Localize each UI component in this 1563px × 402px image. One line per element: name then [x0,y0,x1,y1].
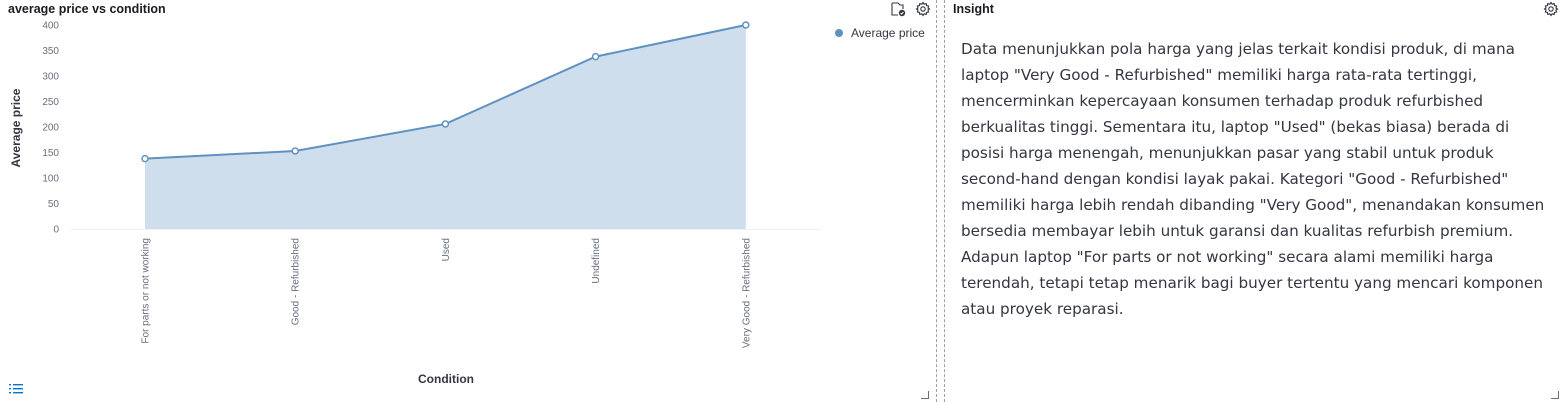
x-tick-label: For parts or not working [141,238,152,344]
x-tick-label: Very Good - Refurbished [741,238,752,348]
y-tick-label: 0 [53,225,59,236]
legend-label: Average price [851,26,925,40]
chart-panel: average price vs condition 0 50 100 150 200 2… [0,0,936,402]
insight-panel: Insight Data menunjukkan pola harga yang… [945,0,1563,402]
insight-title: Insight [953,2,994,16]
data-point[interactable] [742,21,750,29]
legend-swatch [835,29,843,37]
x-tick-label: Good - Refurbished [291,238,302,325]
y-tick-label: 250 [42,97,59,108]
legend[interactable]: Average price [835,26,925,40]
x-tick-label: Used [441,238,452,261]
x-axis-title: Condition [418,372,474,386]
y-tick-label: 350 [42,46,59,57]
x-tick-label: Undefined [591,238,602,284]
panel-divider[interactable] [936,0,937,402]
list-icon[interactable] [5,378,27,400]
y-axis-ticks: 0 50 100 150 200 250 300 350 400 [42,21,59,236]
data-point[interactable] [591,52,600,61]
data-point[interactable] [291,147,299,155]
y-tick-label: 400 [42,21,59,32]
y-tick-label: 200 [42,123,59,134]
data-point[interactable] [441,120,450,128]
area-chart: 0 50 100 150 200 250 300 350 400 For parts or no… [9,21,925,387]
x-axis-ticks: For parts or not working Good - Refurbish… [141,238,753,348]
insight-text: Data menunjukkan pola harga yang jelas t… [961,40,1545,318]
gear-icon[interactable] [1542,0,1560,18]
y-axis-title: Average price [9,88,23,167]
y-tick-label: 300 [42,72,59,83]
data-point[interactable] [141,154,149,163]
insight-resize-handle[interactable] [1551,391,1559,399]
chart-resize-handle[interactable] [921,391,929,399]
y-tick-label: 150 [42,148,59,159]
y-tick-label: 100 [42,174,59,185]
chart-title: average price vs condition [8,2,166,16]
y-tick-label: 50 [48,199,60,210]
